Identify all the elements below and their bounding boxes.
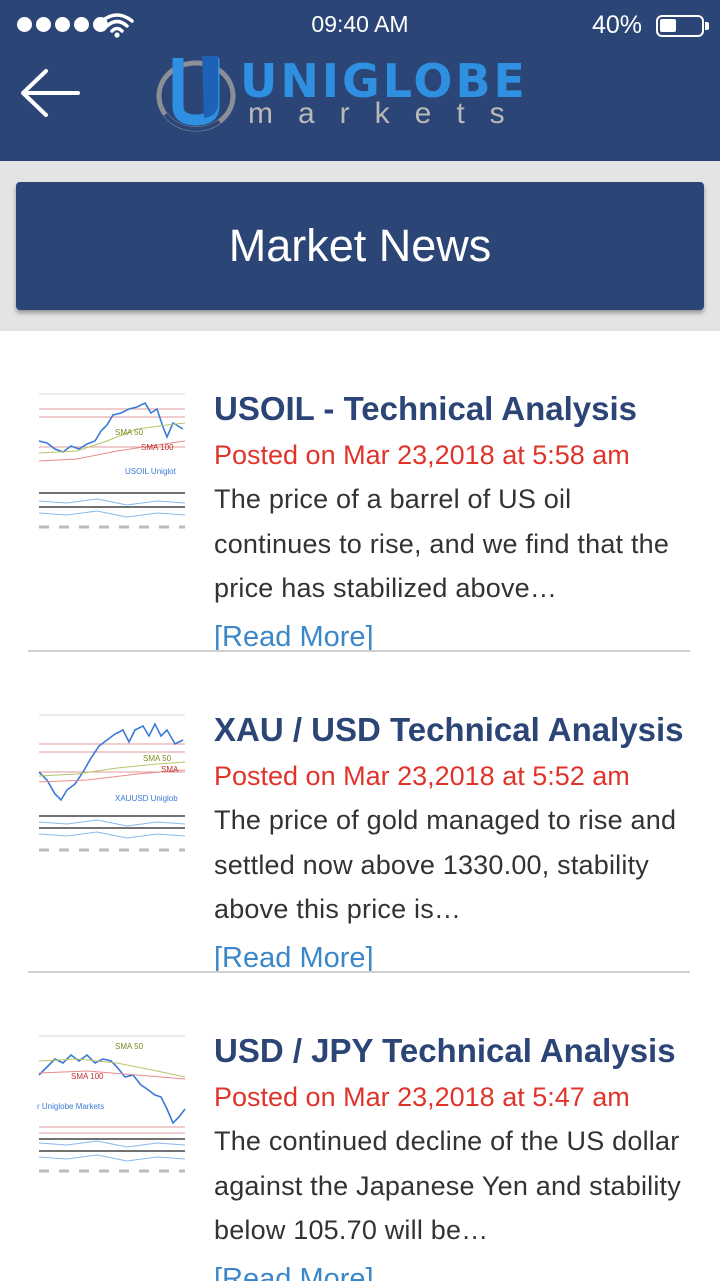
- sma-label: SMA 100: [71, 1072, 104, 1081]
- app-header: 09:40 AM 40% UNIGLOBE markets: [0, 0, 720, 161]
- page-title: Market News: [228, 220, 492, 271]
- sma-label: SMA 100: [141, 443, 174, 452]
- battery-icon: [656, 15, 709, 37]
- article-thumbnail[interactable]: SMA 50 SMA 100 r Uniglobe Markets: [37, 1031, 187, 1181]
- news-list[interactable]: SMA 50 SMA 100 USOIL Uniglot USOIL - Tec…: [0, 331, 720, 1281]
- sma-label: SMA: [161, 765, 179, 774]
- logo-subtitle: markets: [248, 97, 530, 130]
- news-item[interactable]: SMA 50 SMA XAUUSD Uniglob XAU / USD Tech…: [0, 652, 720, 974]
- chart-watermark: r Uniglobe Markets: [37, 1102, 104, 1111]
- chart-watermark: USOIL Uniglot: [125, 467, 177, 476]
- read-more-link[interactable]: [Read More]: [214, 1259, 374, 1281]
- article-thumbnail[interactable]: SMA 50 SMA 100 USOIL Uniglot: [37, 389, 187, 539]
- sma-label: SMA 50: [143, 754, 172, 763]
- article-excerpt: The price of gold managed to rise and se…: [214, 805, 677, 924]
- article-excerpt: The continued decline of the US dollar a…: [214, 1126, 681, 1245]
- back-arrow-icon[interactable]: [18, 66, 82, 120]
- article-thumbnail[interactable]: SMA 50 SMA XAUUSD Uniglob: [37, 710, 187, 860]
- chart-watermark: XAUUSD Uniglob: [115, 794, 178, 803]
- article-date: Posted on Mar 23,2018 at 5:58 am: [214, 440, 630, 470]
- globe-u-icon: [156, 56, 236, 132]
- sma-label: SMA 50: [115, 428, 144, 437]
- sma-label: SMA 50: [115, 1042, 144, 1051]
- article-title[interactable]: XAU / USD Technical Analysis: [214, 708, 694, 752]
- market-news-banner: Market News: [16, 182, 704, 310]
- news-item[interactable]: SMA 50 SMA 100 USOIL Uniglot USOIL - Tec…: [0, 331, 720, 653]
- article-date: Posted on Mar 23,2018 at 5:52 am: [214, 761, 630, 791]
- uniglobe-logo: UNIGLOBE markets: [156, 54, 536, 134]
- battery-percent: 40%: [591, 11, 642, 39]
- news-item[interactable]: SMA 50 SMA 100 r Uniglobe Markets USD / …: [0, 973, 720, 1281]
- article-title[interactable]: USD / JPY Technical Analysis: [214, 1029, 694, 1073]
- article-excerpt: The price of a barrel of US oil continue…: [214, 484, 670, 603]
- status-bar: 09:40 AM 40%: [0, 0, 720, 52]
- article-title[interactable]: USOIL - Technical Analysis: [214, 387, 694, 431]
- article-date: Posted on Mar 23,2018 at 5:47 am: [214, 1082, 630, 1112]
